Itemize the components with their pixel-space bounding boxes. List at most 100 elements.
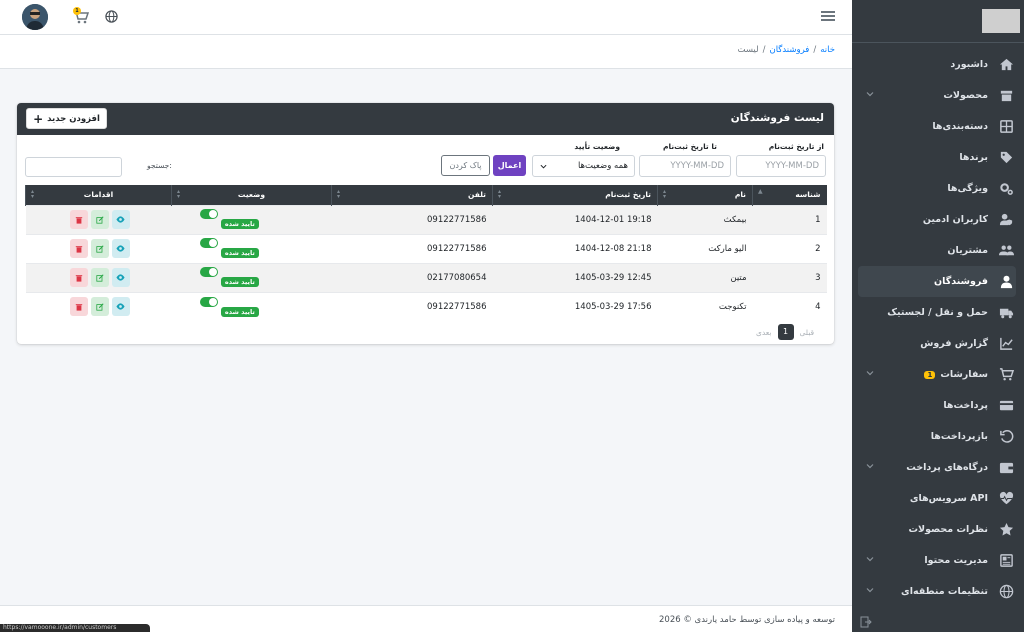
seller-name: متین — [730, 272, 747, 283]
sidebar-item[interactable]: درگاه‌های پرداخت — [858, 452, 1016, 483]
status-badge: تایید شده — [220, 219, 259, 230]
column-header[interactable]: شناسه ▲ — [752, 185, 827, 205]
apply-filter-button[interactable]: اعمال — [493, 155, 526, 176]
chevron-down-icon — [540, 164, 547, 169]
sidebar-item[interactable]: مدیریت محتوا — [858, 545, 1016, 576]
sort-icon: ▴ ▾ — [177, 188, 181, 200]
sidebar-item-label: سرویس‌های API — [909, 493, 988, 504]
avatar[interactable] — [22, 4, 48, 30]
from-date-input[interactable]: YYYY-MM-DD — [736, 155, 826, 177]
users-icon — [998, 243, 1014, 259]
trash-icon — [75, 216, 82, 224]
edit-icon — [95, 303, 104, 311]
delete-button[interactable] — [69, 239, 88, 258]
view-button[interactable] — [111, 297, 130, 317]
seller-phone: 09122771586 — [427, 301, 487, 312]
search-label: جستجو: — [147, 161, 172, 170]
search-input[interactable] — [25, 157, 122, 177]
sidebar-item-label: فروشندگان — [934, 276, 988, 287]
card-header: لیست فروشندگان + افزودن جدید — [17, 103, 834, 135]
sidebar-item-label: مدیریت محتوا — [924, 555, 988, 566]
sidebar-item-label: حمل و نقل / لجستیک — [887, 307, 988, 318]
delete-button[interactable] — [69, 210, 88, 229]
pagination-current-page[interactable]: 1 — [777, 324, 794, 340]
status-filter-value: همه وضعیت‌ها — [577, 161, 628, 171]
sidebar-item[interactable]: ویژگی‌ها — [858, 173, 1016, 204]
eye-icon — [116, 216, 125, 223]
register-date: 1404-12-08 21:18 — [574, 243, 652, 254]
sidebar-item-label: برندها — [959, 152, 988, 163]
edit-button[interactable] — [90, 297, 109, 317]
sidebar-item[interactable]: نظرات محصولات — [858, 514, 1016, 545]
sidebar-item[interactable]: کاربران ادمین — [858, 204, 1016, 235]
breadcrumb-home[interactable]: خانه — [820, 45, 835, 55]
table-row: 4 تکنوجت 1405-03-29 17:56 09122771586 تایید … — [25, 292, 827, 321]
eye-icon — [116, 245, 125, 252]
sidebar-item[interactable]: داشبورد — [858, 49, 1016, 80]
gears-icon — [998, 181, 1014, 197]
sidebar-item-label: گزارش فروش — [920, 338, 988, 349]
pagination-next[interactable]: بعدی — [756, 328, 772, 337]
status-toggle[interactable] — [200, 296, 219, 307]
status-toggle[interactable] — [200, 267, 219, 278]
column-header[interactable]: اقدامات ▴ ▾ — [25, 185, 172, 205]
logout-icon[interactable] — [860, 616, 872, 628]
brand-logo[interactable] — [852, 0, 1024, 43]
edit-button[interactable] — [90, 210, 109, 229]
view-button[interactable] — [111, 210, 130, 229]
status-toggle[interactable] — [200, 209, 219, 220]
seller-id: 2 — [815, 243, 821, 254]
column-header[interactable]: تلفن ▴ ▾ — [331, 185, 493, 205]
sort-icon: ▴ ▾ — [663, 188, 667, 200]
sidebar-item[interactable]: گزارش فروش — [858, 328, 1016, 359]
sidebar-item-label: مشتریان — [947, 245, 988, 256]
seller-id: 1 — [815, 214, 821, 225]
status-toggle[interactable] — [200, 238, 219, 249]
delete-button[interactable] — [69, 268, 88, 287]
view-button[interactable] — [111, 268, 130, 287]
breadcrumb-section[interactable]: فروشندگان — [769, 45, 809, 55]
sidebar-item[interactable]: سرویس‌های API — [858, 483, 1016, 514]
sidebar-item[interactable]: بازپرداخت‌ها — [858, 421, 1016, 452]
sidebar-item[interactable]: تنظیمات منطقه‌ای — [858, 576, 1016, 607]
truck-icon — [998, 305, 1014, 321]
user-shield-icon — [998, 212, 1014, 228]
pagination-prev[interactable]: قبلی — [800, 328, 815, 337]
status-badge: تایید شده — [220, 277, 259, 288]
sidebar-item[interactable]: حمل و نقل / لجستیک — [858, 297, 1016, 328]
add-new-button[interactable]: + افزودن جدید — [26, 108, 107, 129]
clear-filter-button[interactable]: پاک کردن — [441, 155, 490, 176]
menu-toggle-icon[interactable] — [820, 8, 836, 24]
chevron-down-icon — [866, 557, 874, 562]
chevron-down-icon — [866, 92, 874, 97]
register-date: 1405-03-29 12:45 — [574, 272, 652, 283]
column-header[interactable]: نام ▴ ▾ — [657, 185, 753, 205]
trash-icon — [75, 274, 82, 282]
sidebar-item[interactable]: فروشندگان — [858, 266, 1016, 297]
sidebar-item-label: نظرات محصولات — [908, 524, 988, 535]
to-date-input[interactable]: YYYY-MM-DD — [639, 155, 731, 177]
sidebar-item[interactable]: برندها — [858, 142, 1016, 173]
sidebar-item[interactable]: پرداخت‌ها — [858, 390, 1016, 421]
globe-icon[interactable] — [105, 10, 118, 23]
newspaper-icon — [998, 553, 1014, 569]
delete-button[interactable] — [69, 297, 88, 317]
edit-button[interactable] — [90, 239, 109, 258]
sidebar-item[interactable]: 1 سفارشات — [858, 359, 1016, 390]
sidebar-item[interactable]: دسته‌بندی‌ها — [858, 111, 1016, 142]
edit-button[interactable] — [90, 268, 109, 287]
cart-icon — [998, 367, 1014, 383]
sidebar-item[interactable]: محصولات — [858, 80, 1016, 111]
seller-name: بیمکث — [723, 214, 747, 225]
card-title: لیست فروشندگان — [730, 112, 824, 124]
breadcrumb-current: لیست — [737, 45, 759, 55]
sidebar-item[interactable]: مشتریان — [858, 235, 1016, 266]
trash-icon — [75, 303, 82, 311]
tag-icon — [998, 150, 1014, 166]
view-button[interactable] — [111, 239, 130, 258]
eye-icon — [116, 274, 125, 281]
status-filter-select[interactable]: همه وضعیت‌ها — [532, 155, 635, 177]
column-header[interactable]: تاریخ ثبت‌نام ▴ ▾ — [492, 185, 658, 205]
column-header[interactable]: وضعیت ▴ ▾ — [171, 185, 332, 205]
sellers-table: شناسه ▲ نام ▴ ▾ تاریخ ثبت‌نام ▴ ▾ تلفن ▴ ▾ وضعی… — [25, 185, 827, 321]
